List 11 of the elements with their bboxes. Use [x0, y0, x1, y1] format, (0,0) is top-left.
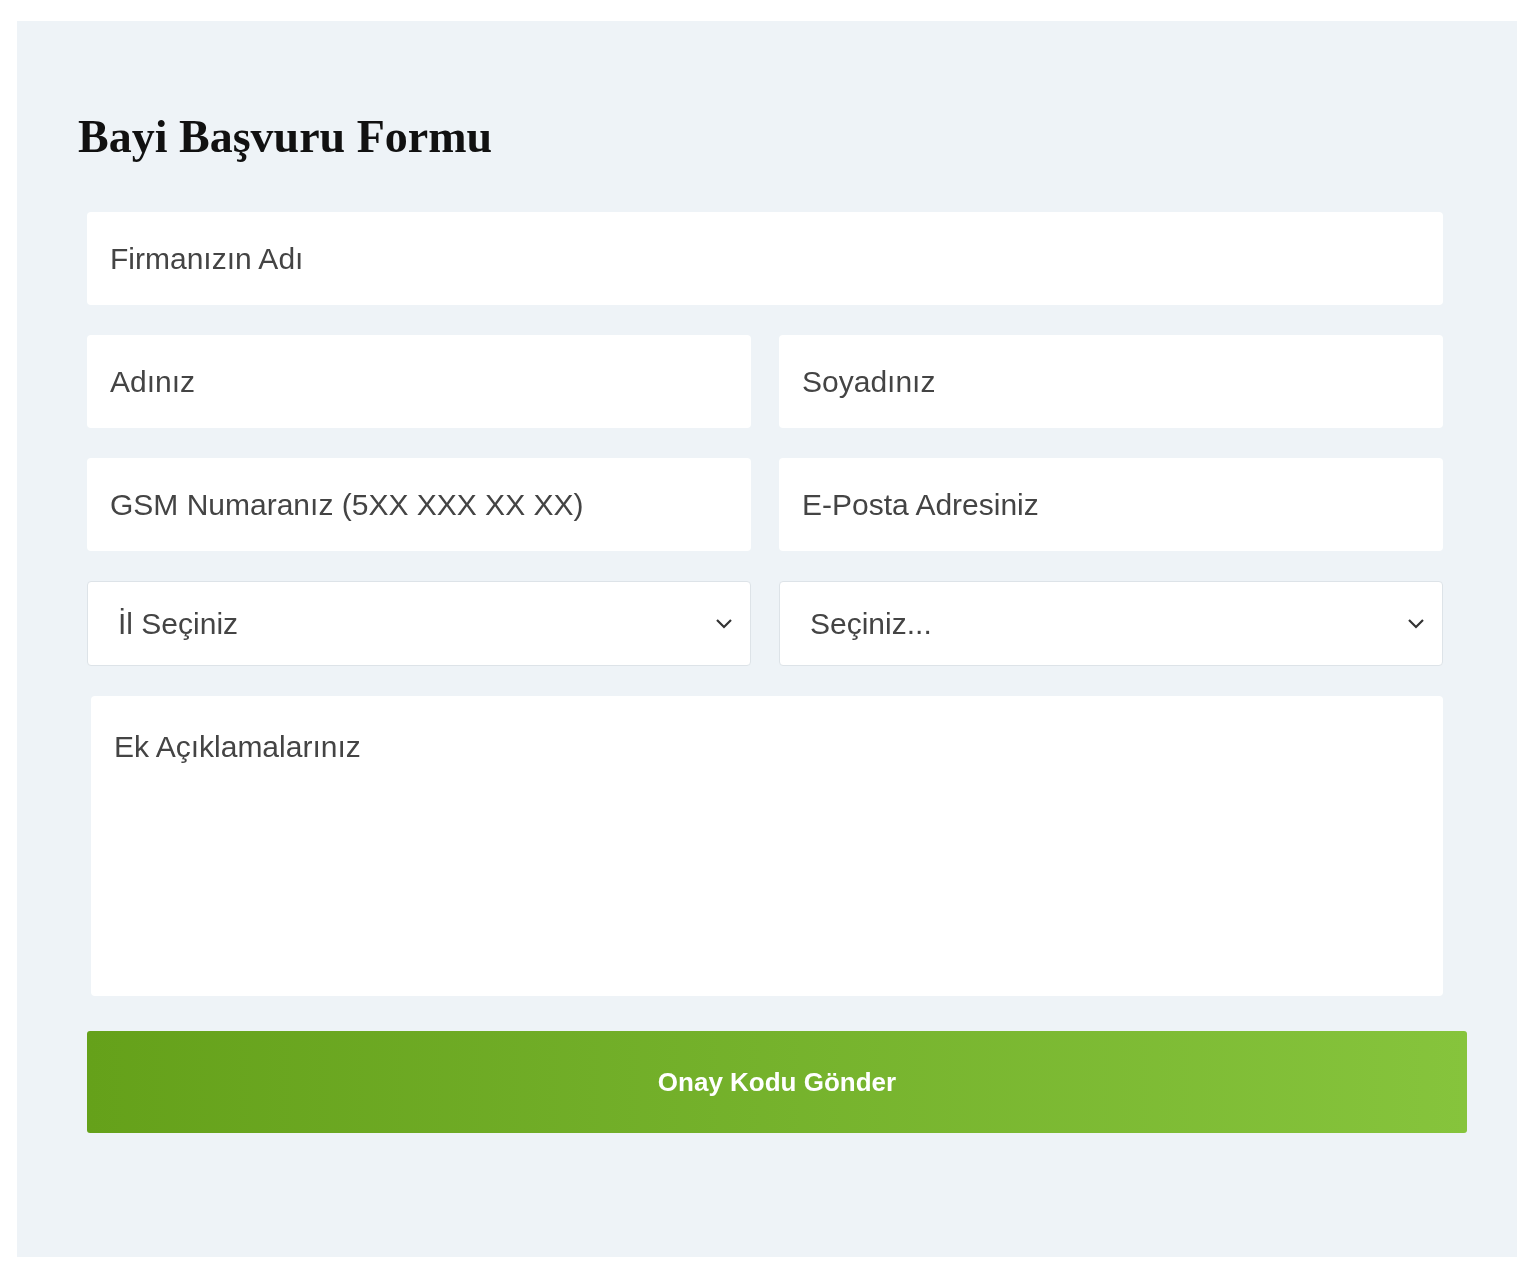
comments-textarea[interactable]: Ek Açıklamalarınız	[91, 696, 1443, 996]
input-field[interactable]: GSM Numaranız (5XX XXX XX XX)	[87, 458, 751, 551]
input-field[interactable]: E-Posta Adresiniz	[779, 458, 1443, 551]
form-title: Bayi Başvuru Formu	[78, 110, 493, 164]
input-field[interactable]: Soyadınız	[779, 335, 1443, 428]
select-dropdown[interactable]: Seçiniz...	[779, 581, 1443, 666]
chevron-down-icon	[1408, 618, 1424, 629]
input-field[interactable]: Firmanızın Adı	[87, 212, 1443, 305]
input-field[interactable]: Adınız	[87, 335, 751, 428]
chevron-down-icon	[716, 618, 732, 629]
select-dropdown[interactable]: İl Seçiniz	[87, 581, 751, 666]
